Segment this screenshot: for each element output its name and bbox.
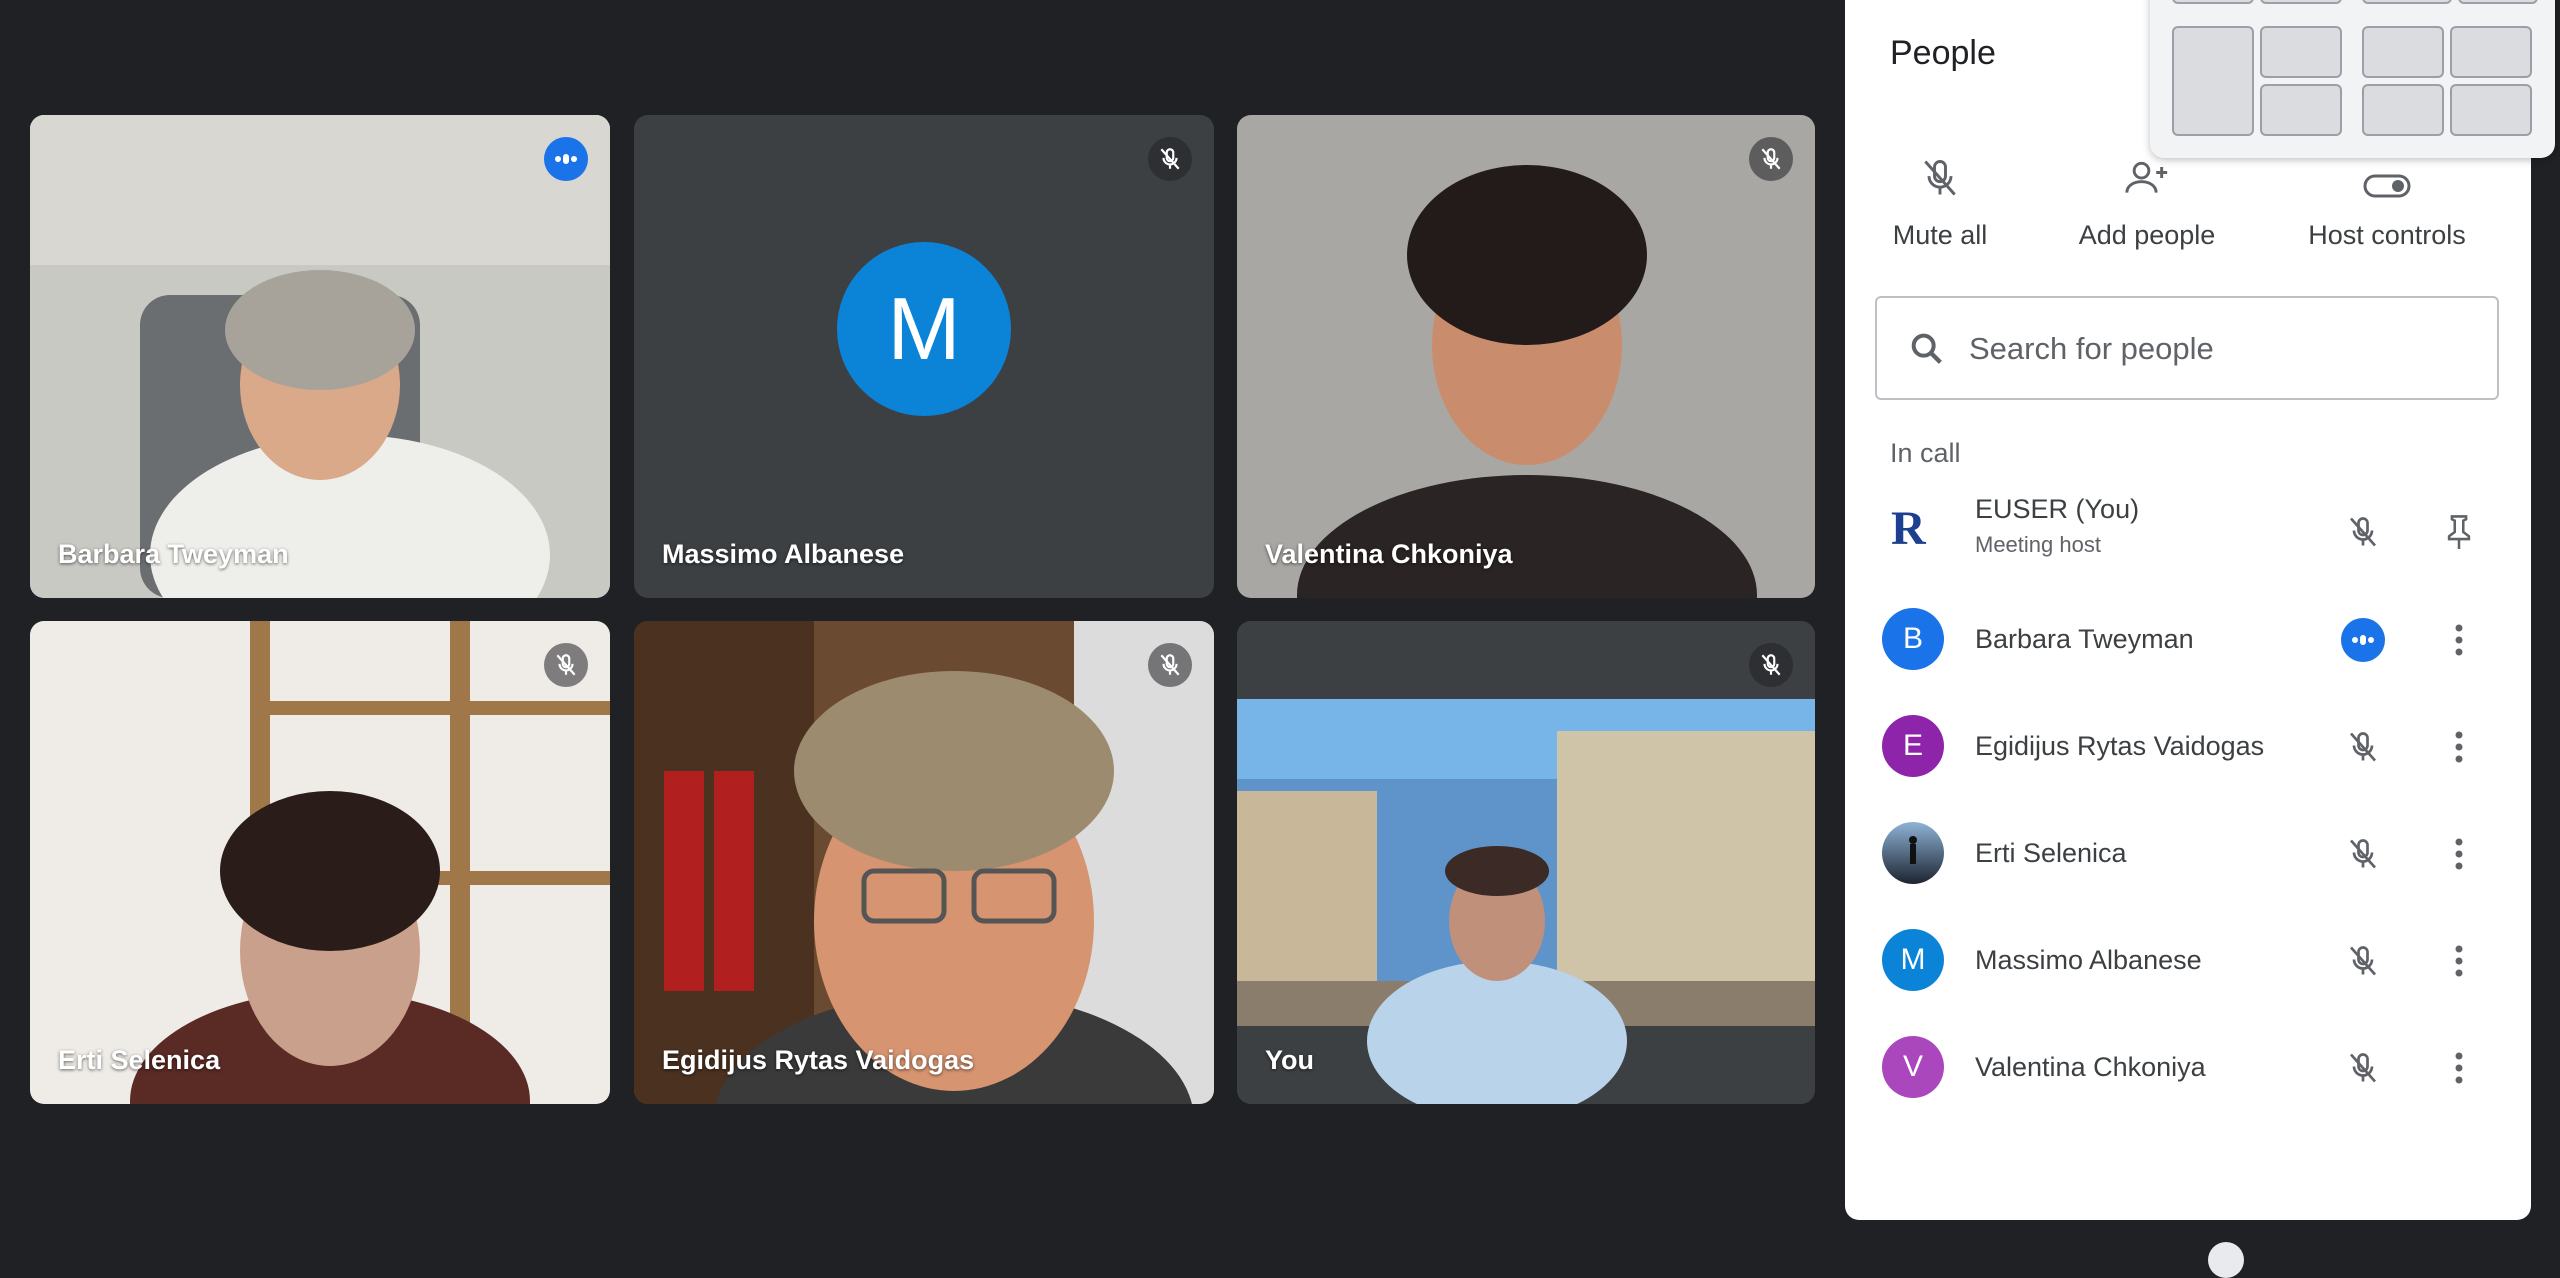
layout-option[interactable] — [2458, 0, 2538, 4]
add-person-icon — [2125, 161, 2168, 193]
participant-name: You — [1265, 1045, 1314, 1075]
video-feed — [30, 621, 610, 1104]
host-logo: R — [1882, 500, 1944, 562]
layout-option-sidebar[interactable] — [2260, 26, 2342, 78]
mic-off-icon — [2341, 939, 2385, 983]
mic-off-icon — [1749, 137, 1793, 181]
pin-icon[interactable] — [2437, 510, 2481, 554]
mic-off-icon — [1148, 643, 1192, 687]
more-options-icon[interactable] — [2437, 832, 2481, 876]
participant-name: Erti Selenica — [58, 1045, 221, 1075]
layout-picker — [2150, 0, 2555, 158]
participant-name: Barbara Tweyman — [58, 539, 289, 569]
mic-off-icon — [2341, 725, 2385, 769]
video-feed — [1237, 115, 1815, 598]
speaking-indicator-icon — [544, 137, 588, 181]
participant-name: Barbara Tweyman — [1975, 624, 2194, 654]
more-options-icon[interactable] — [2437, 939, 2481, 983]
mute-all-button[interactable]: Mute all — [1845, 140, 2035, 251]
avatar: M — [837, 241, 1011, 416]
list-item[interactable]: M Massimo Albanese — [1845, 911, 2531, 1011]
people-panel: People Mute all Add people Host controls… — [1845, 0, 2531, 1220]
mic-off-icon — [544, 643, 588, 687]
toggle-icon — [2363, 174, 2411, 198]
participant-name: Valentina Chkoniya — [1975, 1052, 2206, 1082]
mic-off-icon — [1749, 643, 1793, 687]
svg-text:R: R — [1891, 502, 1927, 555]
mic-off-icon — [1148, 137, 1192, 181]
layout-option[interactable] — [2260, 0, 2342, 4]
list-item[interactable]: B Barbara Tweyman — [1845, 590, 2531, 690]
avatar-photo — [1882, 822, 1944, 884]
mic-off-icon — [2341, 1046, 2385, 1090]
participant-role: Meeting host — [1975, 532, 2101, 557]
host-controls-label: Host controls — [2308, 220, 2466, 250]
video-feed — [30, 115, 610, 598]
list-item[interactable]: R EUSER (You) Meeting host — [1845, 482, 2531, 582]
participant-name: Erti Selenica — [1975, 838, 2127, 868]
mic-off-icon — [2341, 510, 2385, 554]
tile-massimo-albanese[interactable]: M Massimo Albanese — [634, 115, 1214, 598]
panel-title: People — [1890, 34, 1996, 72]
add-people-label: Add people — [2078, 220, 2216, 250]
tile-you[interactable]: You — [1237, 621, 1815, 1104]
collapse-handle-icon[interactable] — [2208, 1242, 2244, 1278]
layout-option[interactable] — [2362, 0, 2452, 4]
layout-option-tiled[interactable] — [2362, 84, 2444, 136]
tile-erti-selenica[interactable]: Erti Selenica — [30, 621, 610, 1104]
search-input[interactable] — [1967, 320, 2471, 378]
participant-name: Egidijus Rytas Vaidogas — [1975, 731, 2265, 761]
section-in-call: In call — [1890, 438, 1961, 468]
speaking-indicator-icon — [2341, 618, 2385, 662]
mute-all-label: Mute all — [1892, 220, 1988, 250]
avatar: B — [1882, 608, 1944, 670]
layout-option[interactable] — [2172, 0, 2254, 4]
more-options-icon[interactable] — [2437, 725, 2481, 769]
video-feed — [634, 621, 1214, 1104]
more-options-icon[interactable] — [2437, 1046, 2481, 1090]
list-item[interactable]: Erti Selenica — [1845, 804, 2531, 904]
avatar: E — [1882, 715, 1944, 777]
participant-name: Egidijus Rytas Vaidogas — [662, 1045, 975, 1075]
layout-option-tiled[interactable] — [2362, 26, 2444, 78]
participant-name: Massimo Albanese — [662, 539, 905, 569]
mic-off-icon — [2341, 832, 2385, 876]
layout-option-sidebar[interactable] — [2172, 26, 2254, 136]
layout-option-sidebar[interactable] — [2260, 84, 2342, 136]
search-icon — [1911, 333, 1942, 364]
more-options-icon[interactable] — [2437, 618, 2481, 662]
tile-valentina-chkoniya[interactable]: Valentina Chkoniya — [1237, 115, 1815, 598]
layout-option-tiled[interactable] — [2450, 26, 2532, 78]
search-box[interactable] — [1875, 296, 2499, 400]
tile-barbara-tweyman[interactable]: Barbara Tweyman — [30, 115, 610, 598]
tile-egidijus-rytas-vaidogas[interactable]: Egidijus Rytas Vaidogas — [634, 621, 1214, 1104]
participant-name: EUSER (You) — [1975, 494, 2140, 524]
video-feed — [1237, 621, 1815, 1104]
avatar: M — [1882, 929, 1944, 991]
list-item[interactable]: V Valentina Chkoniya — [1845, 1018, 2531, 1118]
mic-off-icon — [1924, 160, 1956, 196]
participant-name: Valentina Chkoniya — [1265, 539, 1513, 569]
participant-name: Massimo Albanese — [1975, 945, 2202, 975]
avatar: V — [1882, 1036, 1944, 1098]
list-item[interactable]: E Egidijus Rytas Vaidogas — [1845, 697, 2531, 797]
layout-option-tiled[interactable] — [2450, 84, 2532, 136]
